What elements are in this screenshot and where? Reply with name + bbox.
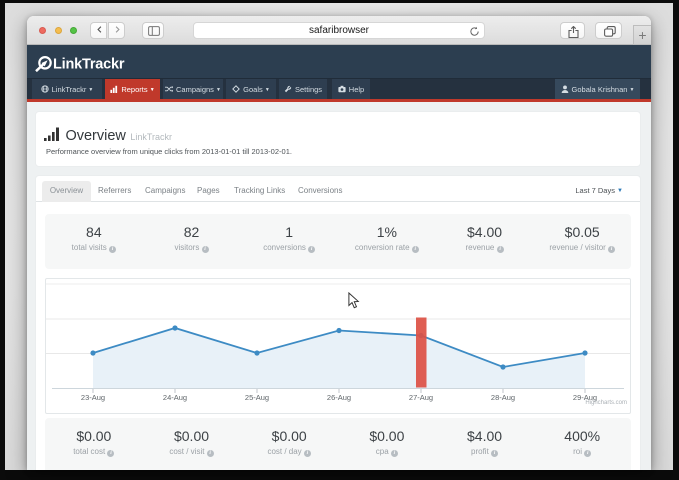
svg-text:25-Aug: 25-Aug (245, 393, 269, 402)
svg-text:28-Aug: 28-Aug (491, 393, 515, 402)
svg-text:23-Aug: 23-Aug (81, 393, 105, 402)
svg-text:24-Aug: 24-Aug (163, 393, 187, 402)
svg-text:27-Aug: 27-Aug (409, 393, 433, 402)
svg-text:26-Aug: 26-Aug (327, 393, 351, 402)
